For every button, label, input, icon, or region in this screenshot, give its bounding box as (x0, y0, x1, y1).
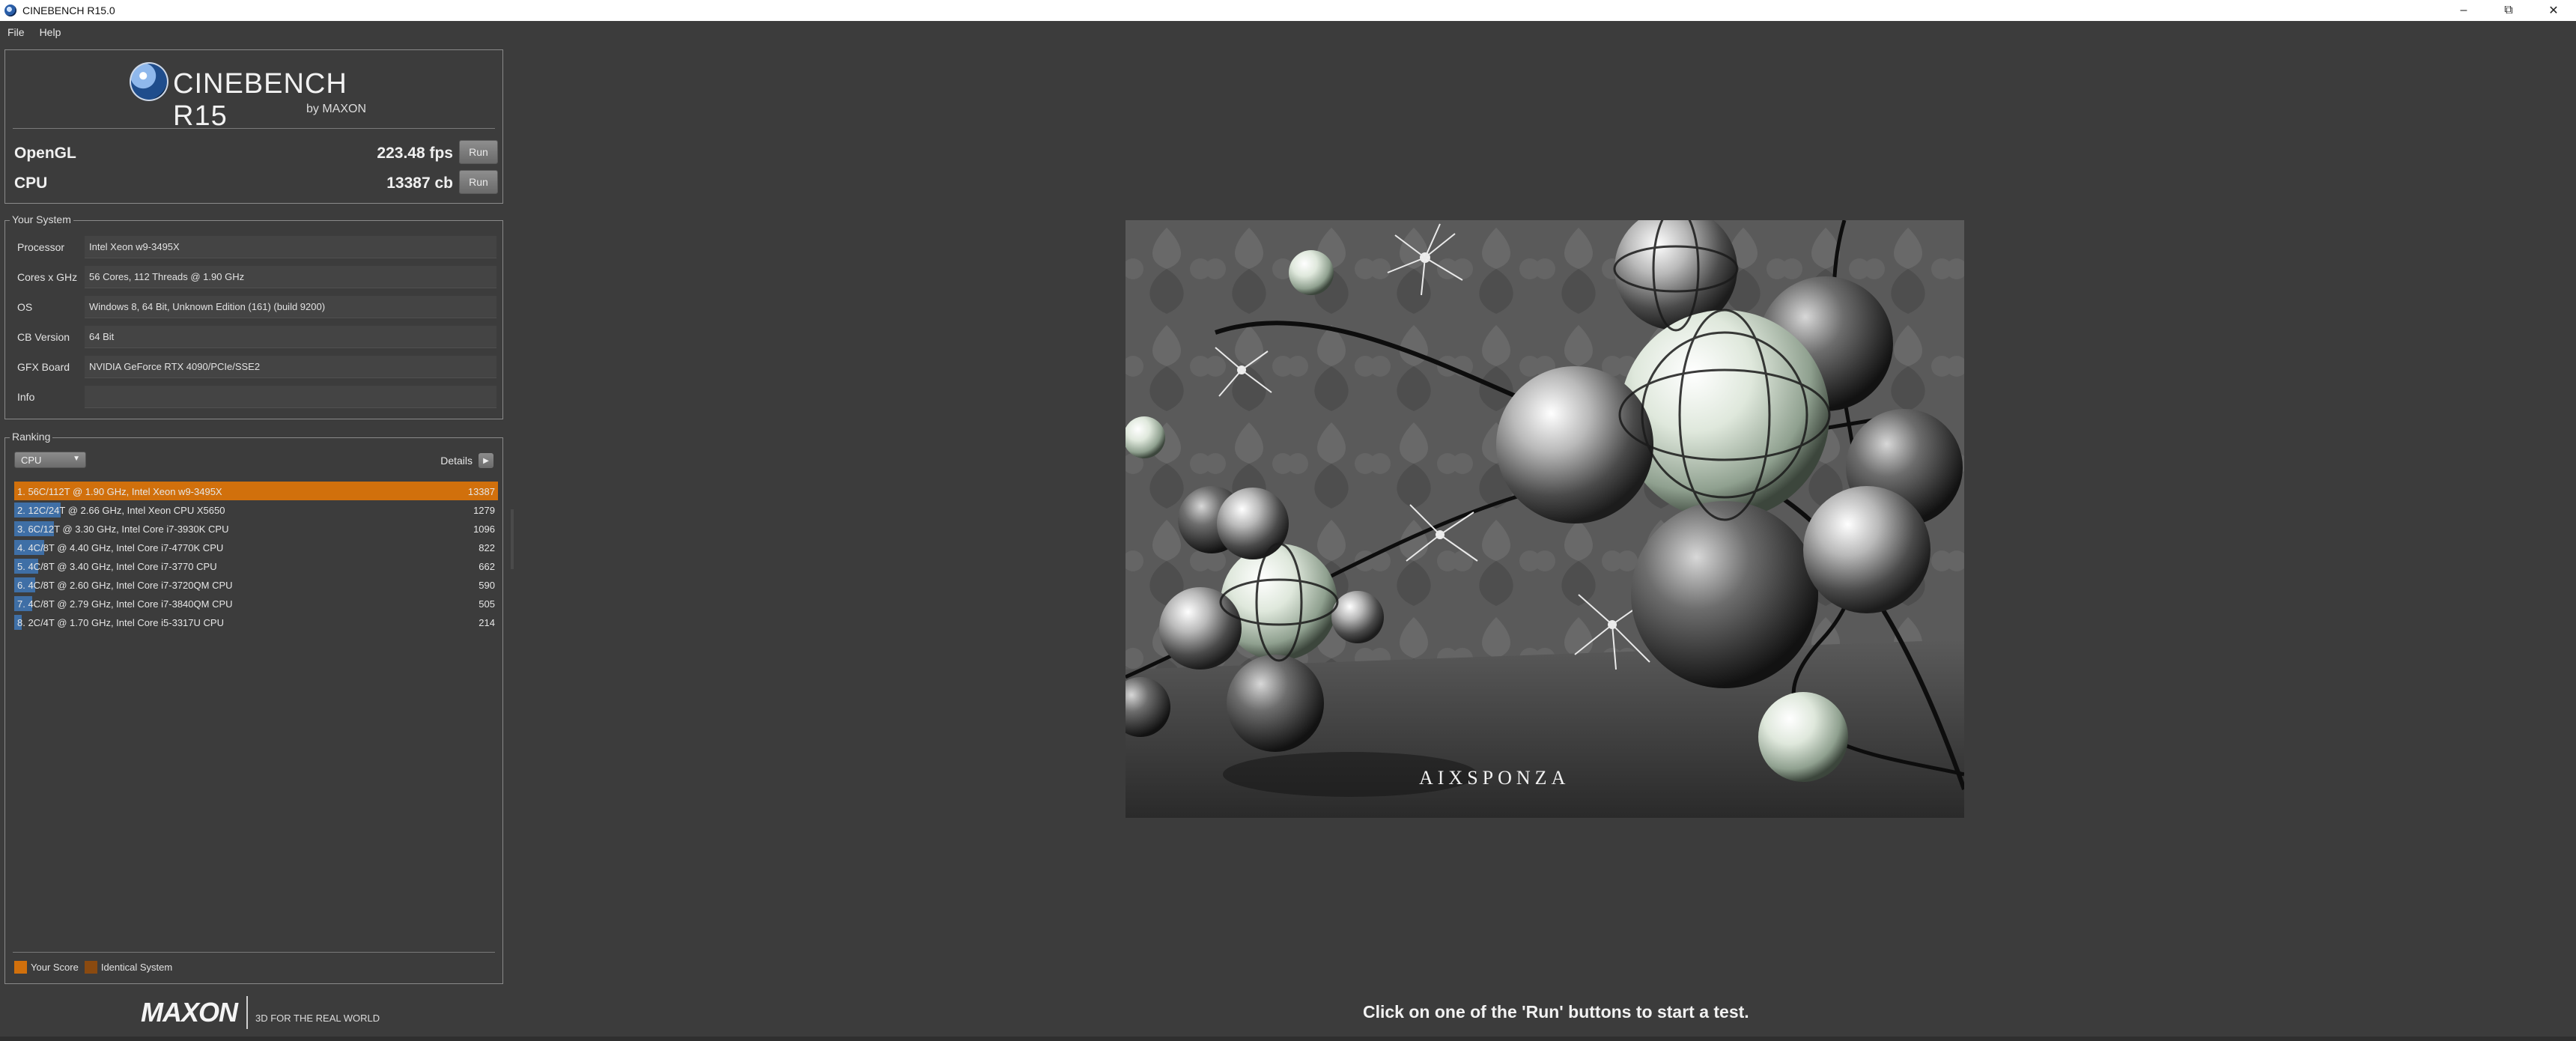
restore-icon[interactable]: ⧉ (2486, 0, 2531, 21)
cinebench-logo: CINEBENCH R15 by MAXON (130, 61, 392, 132)
cpu-run-button[interactable]: Run (459, 170, 498, 194)
bottom-strip (0, 1037, 2576, 1041)
cinebench-app-icon (4, 4, 16, 16)
ranking-row[interactable]: 4. 4C/8T @ 4.40 GHz, Intel Core i7-4770K… (14, 538, 498, 556)
system-value[interactable]: Intel Xeon w9-3495X (85, 236, 496, 258)
window-controls: – ⧉ ✕ (2441, 0, 2576, 21)
system-value[interactable]: NVIDIA GeForce RTX 4090/PCIe/SSE2 (85, 356, 496, 378)
divider (13, 128, 495, 129)
logo-title: CINEBENCH R15 (173, 68, 347, 132)
system-value[interactable]: 64 Bit (85, 326, 496, 348)
panel-splitter[interactable] (511, 509, 514, 569)
ranking-row-label: 4. 4C/8T @ 4.40 GHz, Intel Core i7-4770K… (17, 542, 224, 553)
ranking-row[interactable]: 5. 4C/8T @ 3.40 GHz, Intel Core i7-3770 … (14, 556, 498, 575)
divider (246, 996, 248, 1029)
system-value[interactable]: 56 Cores, 112 Threads @ 1.90 GHz (85, 266, 496, 288)
ranking-row-score: 822 (479, 542, 495, 553)
maxon-tagline: 3D FOR THE REAL WORLD (255, 1012, 380, 1024)
cinebench-sphere-icon (130, 62, 168, 101)
ranking-row-score: 13387 (467, 486, 495, 497)
system-panel: Your System Processor Intel Xeon w9-3495… (4, 213, 503, 419)
legend-label: Your Score (31, 962, 79, 973)
cpu-label: CPU (14, 174, 48, 192)
logo-subtitle: by MAXON (306, 103, 367, 115)
ranking-row-score: 1096 (473, 523, 495, 535)
ranking-panel: Ranking CPU ▼ Details ▶ 1. 56C/112T @ 1.… (4, 431, 503, 984)
minimize-icon[interactable]: – (2441, 0, 2486, 21)
ranking-row[interactable]: 7. 4C/8T @ 2.79 GHz, Intel Core i7-3840Q… (14, 594, 498, 613)
render-preview-image: AIXSPONZA (1126, 220, 1964, 818)
opengl-score: 223.48 fps (377, 145, 453, 162)
details-label: Details (440, 455, 473, 467)
legend-swatch (14, 961, 27, 974)
opengl-row: OpenGL 223.48 fps Run (14, 140, 498, 166)
ranking-test-dropdown[interactable]: CPU ▼ (14, 452, 86, 468)
maxon-brand: MAXON (141, 997, 238, 1028)
ranking-row-score: 662 (479, 561, 495, 572)
legend-identical-system: Identical System (84, 961, 173, 974)
ranking-row-score: 505 (479, 598, 495, 610)
legend-your-score: Your Score (14, 961, 79, 974)
ranking-row-score: 590 (479, 580, 495, 591)
chevron-down-icon: ▼ (73, 455, 80, 463)
ranking-row-score: 214 (479, 617, 495, 628)
benchmark-panel: CINEBENCH R15 by MAXON OpenGL 223.48 fps… (4, 49, 503, 204)
ranking-row[interactable]: 1. 56C/112T @ 1.90 GHz, Intel Xeon w9-34… (14, 482, 498, 500)
system-row-cores: Cores x GHz 56 Cores, 112 Threads @ 1.90… (13, 264, 499, 290)
ranking-row-label: 5. 4C/8T @ 3.40 GHz, Intel Core i7-3770 … (17, 561, 217, 572)
system-label: Info (17, 391, 35, 403)
ranking-row-label: 8. 2C/4T @ 1.70 GHz, Intel Core i5-3317U… (17, 617, 224, 628)
ranking-row[interactable]: 2. 12C/24T @ 2.66 GHz, Intel Xeon CPU X5… (14, 500, 498, 519)
ranking-row-label: 1. 56C/112T @ 1.90 GHz, Intel Xeon w9-34… (17, 486, 222, 497)
divider (13, 952, 495, 953)
ranking-list: 1. 56C/112T @ 1.90 GHz, Intel Xeon w9-34… (14, 482, 498, 631)
status-message: Click on one of the 'Run' buttons to sta… (1363, 1002, 1749, 1022)
close-icon[interactable]: ✕ (2531, 0, 2576, 21)
system-label: Processor (17, 241, 65, 253)
system-row-info: Info (13, 384, 499, 410)
system-label: OS (17, 301, 33, 313)
ranking-row[interactable]: 8. 2C/4T @ 1.70 GHz, Intel Core i5-3317U… (14, 613, 498, 631)
ranking-section-title: Ranking (10, 431, 53, 443)
info-field[interactable] (85, 386, 496, 408)
cpu-row: CPU 13387 cb Run (14, 170, 498, 195)
system-row-os: OS Windows 8, 64 Bit, Unknown Edition (1… (13, 294, 499, 320)
system-label: CB Version (17, 331, 70, 343)
legend-label: Identical System (100, 962, 173, 973)
window-title: CINEBENCH R15.0 (22, 4, 115, 16)
ranking-row-label: 3. 6C/12T @ 3.30 GHz, Intel Core i7-3930… (17, 523, 229, 535)
ranking-row[interactable]: 3. 6C/12T @ 3.30 GHz, Intel Core i7-3930… (14, 519, 498, 538)
cpu-score: 13387 cb (386, 174, 453, 192)
ranking-row[interactable]: 6. 4C/8T @ 2.60 GHz, Intel Core i7-3720Q… (14, 575, 498, 594)
ranking-test-value: CPU (21, 455, 42, 466)
system-row-processor: Processor Intel Xeon w9-3495X (13, 234, 499, 260)
system-row-gfx-board: GFX Board NVIDIA GeForce RTX 4090/PCIe/S… (13, 354, 499, 380)
system-value[interactable]: Windows 8, 64 Bit, Unknown Edition (161)… (85, 296, 496, 318)
system-label: Cores x GHz (17, 271, 78, 283)
menu-bar: File Help (0, 21, 2576, 43)
ranking-row-label: 7. 4C/8T @ 2.79 GHz, Intel Core i7-3840Q… (17, 598, 233, 610)
legend-swatch (84, 961, 97, 974)
system-row-cb-version: CB Version 64 Bit (13, 324, 499, 350)
menu-help[interactable]: Help (32, 26, 69, 38)
ranking-row-score: 1279 (473, 505, 495, 516)
menu-file[interactable]: File (0, 26, 32, 38)
opengl-label: OpenGL (14, 145, 76, 162)
title-bar: CINEBENCH R15.0 – ⧉ ✕ (0, 0, 2576, 21)
ranking-row-label: 6. 4C/8T @ 2.60 GHz, Intel Core i7-3720Q… (17, 580, 233, 591)
maxon-footer-logo: MAXON 3D FOR THE REAL WORLD (141, 995, 380, 1031)
system-section-title: Your System (10, 213, 73, 225)
ranking-row-label: 2. 12C/24T @ 2.66 GHz, Intel Xeon CPU X5… (17, 505, 225, 516)
aixsponza-watermark: AIXSPONZA (1419, 767, 1570, 789)
opengl-run-button[interactable]: Run (459, 140, 498, 164)
system-label: GFX Board (17, 361, 70, 373)
ranking-legend: Your Score Identical System (14, 961, 178, 974)
arrow-right-icon[interactable]: ▶ (479, 453, 493, 468)
details-button[interactable]: Details ▶ (440, 452, 493, 469)
